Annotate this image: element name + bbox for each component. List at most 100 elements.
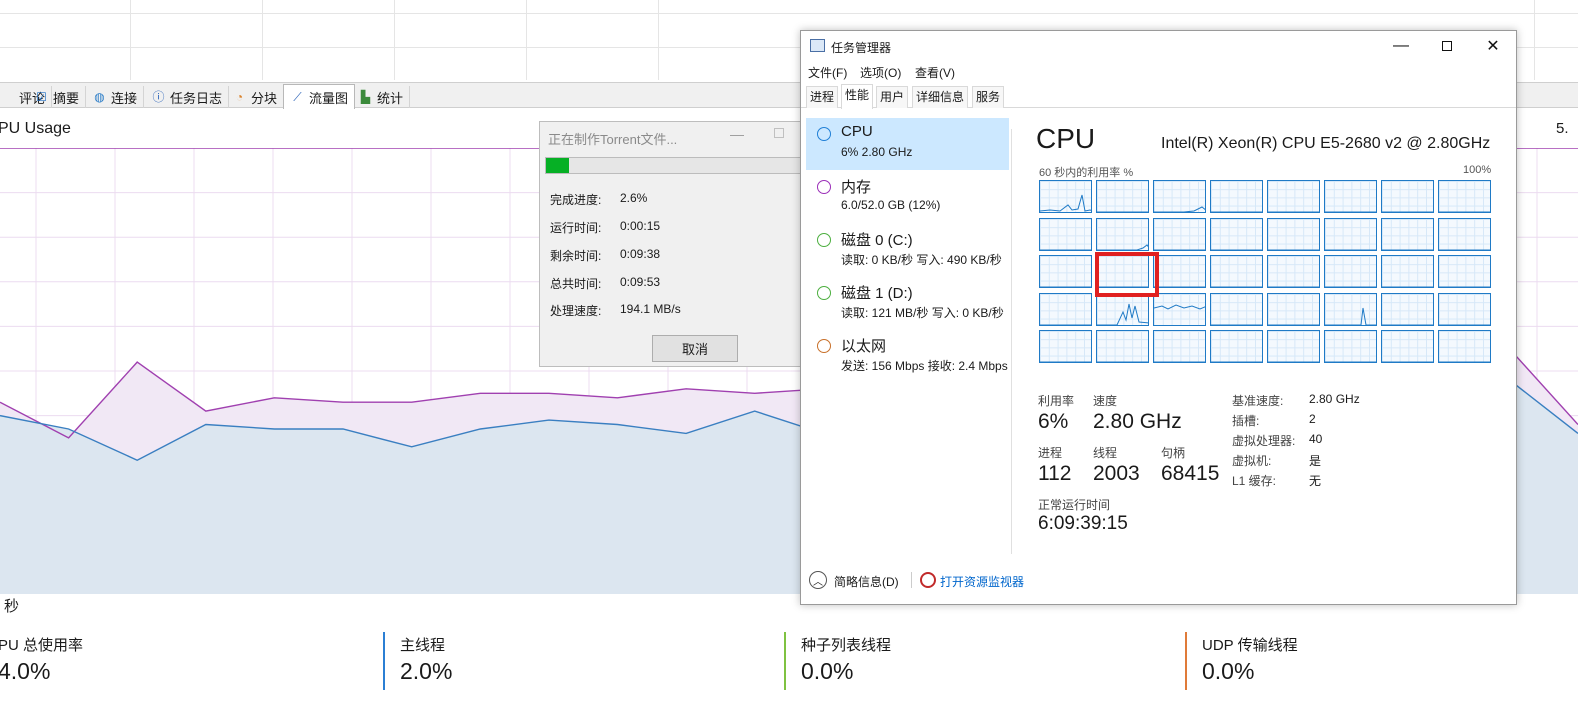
tab-services[interactable]: 服务 [972,86,1005,108]
processor-graph [1438,180,1491,213]
processor-graph [1153,217,1206,251]
processor-sparkline [1154,249,1205,250]
processor-graph [1153,255,1206,288]
stat-label: 主线程 [400,637,446,654]
processor-usage-line [1325,307,1376,325]
detail-value: 2 [1309,412,1316,426]
threads-label: 线程 [1093,446,1118,460]
tab-users[interactable]: 用户 [876,86,909,108]
footer: ︿ 简略信息(D) 打开资源监视器 [801,569,1516,595]
tab-label: 统计 [377,90,404,106]
tab-pieces[interactable]: ◔ 分块 [226,86,285,108]
processor-graph [1438,292,1491,326]
fewer-details-button[interactable]: 简略信息(D) [834,573,899,590]
processor-graph [1153,292,1206,326]
row-value: 0:09:38 [620,247,661,261]
tab-processes[interactable]: 进程 [806,86,839,108]
resource-list: CPU 6% 2.80 GHz 内存 6.0/52.0 GB (12%) 磁盘 … [801,109,1011,559]
resource-sub: 读取: 121 MB/秒 写入: 0 KB/秒 [841,306,1004,320]
processor-graph [1381,217,1434,251]
resource-sub: 读取: 0 KB/秒 写入: 490 KB/秒 [841,253,1002,267]
open-resource-monitor-link[interactable]: 打开资源监视器 [940,573,1024,590]
resource-name: 内存 [841,179,872,196]
tab-connections[interactable]: ◍ 连接 [86,86,145,108]
tab-statistics[interactable]: ▙ 统计 [352,86,411,108]
title-bar[interactable]: 任务管理器 — ✕ [801,31,1516,61]
row-value: 0:09:53 [620,275,661,289]
stat-udp-thread: UDP 传输线程 0.0% [1185,632,1298,690]
pane-divider [1011,129,1012,554]
tab-details[interactable]: 详细信息 [912,86,969,108]
row-elapsed: 运行时间: 0:00:15 [550,219,660,236]
tab-label: 任务日志 [170,90,223,106]
chevron-up-icon[interactable]: ︿ [809,571,827,589]
sheet-col-line [526,0,527,80]
highlight-box [1095,252,1159,297]
checklist-icon: ☑ [36,90,47,104]
processes-value: 112 [1038,462,1072,485]
processor-graph [1438,217,1491,251]
detail-label: 基准速度: [1232,394,1284,408]
processor-sparkline [1154,303,1205,310]
processor-graph [1039,255,1092,288]
minimize-button[interactable]: — [1378,31,1424,61]
processor-sparkline [1097,243,1148,250]
resource-disk-1[interactable]: 磁盘 1 (D:) 读取: 121 MB/秒 写入: 0 KB/秒 [806,277,1009,329]
cancel-button[interactable]: 取消 [652,335,738,362]
resource-memory[interactable]: 内存 6.0/52.0 GB (12%) [806,171,1009,223]
processor-sparkline [1268,361,1319,362]
processor-sparkline [1211,211,1262,212]
sheet-col-line [262,0,263,80]
menu-options[interactable]: 选项(O) [860,64,901,81]
close-button[interactable]: ✕ [1470,31,1516,61]
resource-disk-0[interactable]: 磁盘 0 (C:) 读取: 0 KB/秒 写入: 490 KB/秒 [806,224,1009,276]
menu-bar: 文件(F) 选项(O) 查看(V) [801,61,1516,83]
maximize-button[interactable] [1424,31,1470,61]
processor-sparkline [1268,324,1319,325]
cpu-ring-icon [817,127,831,141]
sheet-col-line [394,0,395,80]
sheet-row-line [0,13,1578,14]
tab-traffic-graph[interactable]: ⟋ 流量图 [283,84,356,109]
uptime-label: 正常运行时间 [1038,498,1111,512]
resource-ethernet[interactable]: 以太网 发送: 156 Mbps 接收: 2.4 Mbps [806,330,1009,382]
footer-separator [911,572,912,588]
sheet-col-line [130,0,131,80]
progress-fill [546,158,569,173]
window-title: 任务管理器 [831,41,892,55]
maximize-button[interactable] [774,128,784,138]
stat-value: 4.0% [0,658,51,684]
line-chart-icon: ⟋ [293,90,302,104]
detail-value: 是 [1309,454,1322,468]
tab-label: 分块 [251,90,278,106]
processor-sparkline [1211,249,1262,250]
row-label: 处理速度: [550,304,602,318]
minimize-button[interactable]: — [730,126,744,142]
row-label: 运行时间: [550,221,602,235]
resource-cpu[interactable]: CPU 6% 2.80 GHz [806,118,1009,170]
processor-usage-line [1097,303,1148,325]
processor-graph [1267,217,1320,251]
row-label: 完成进度: [550,193,602,207]
tab-label: 流量图 [309,90,349,106]
processor-usage-line [1097,243,1148,250]
resource-name: 磁盘 1 (D:) [841,285,913,302]
comment-icon [0,90,15,104]
tab-performance[interactable]: 性能 [841,84,874,109]
menu-file[interactable]: 文件(F) [808,64,847,81]
uptime-value: 6:09:39:15 [1038,513,1128,534]
row-label: 剩余时间: [550,249,602,263]
dialog-title: 正在制作Torrent文件... [548,132,678,147]
tab-label: 连接 [111,90,138,106]
processor-sparkline [1154,361,1205,362]
processor-sparkline [1211,361,1262,362]
processor-sparkline [1211,324,1262,325]
menu-view[interactable]: 查看(V) [915,64,955,81]
utilization-label: 利用率 [1038,394,1075,408]
tab-task-log[interactable]: ⓘ 任务日志 [145,86,230,108]
processor-sparkline [1439,361,1490,362]
detail-label: 虚拟机: [1232,454,1272,468]
processor-sparkline [1382,361,1433,362]
tab-summary[interactable]: ☑ 摘要 [28,86,87,108]
processor-usage-line [1154,206,1205,212]
